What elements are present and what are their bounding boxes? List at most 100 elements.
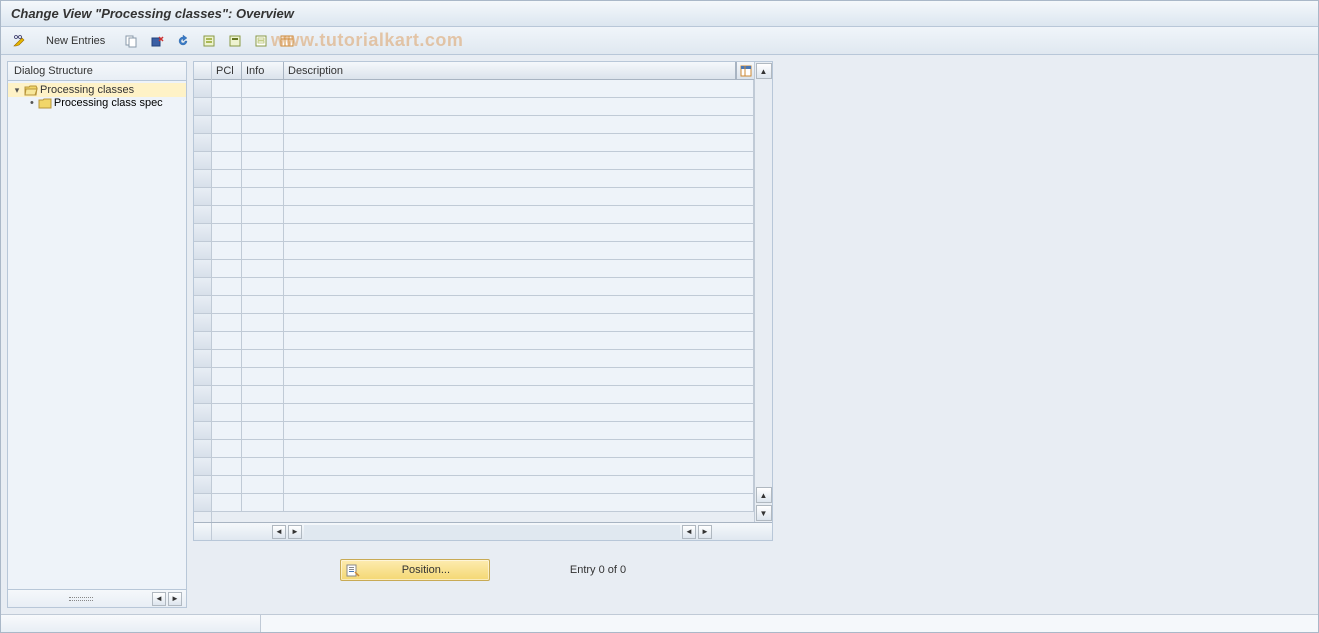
grid-row-header[interactable]: [194, 152, 211, 170]
grid-row[interactable]: [212, 116, 754, 134]
grid-row-header[interactable]: [194, 422, 211, 440]
scroll-up-small-button[interactable]: ▲: [756, 487, 772, 503]
scroll-left-button[interactable]: ◄: [152, 592, 166, 606]
column-header-description[interactable]: Description: [284, 62, 736, 79]
empty-area: [779, 61, 1312, 608]
grid-row-header[interactable]: [194, 224, 211, 242]
grid-header-row: PCl Info Description: [212, 62, 754, 80]
grid-row[interactable]: [212, 152, 754, 170]
grid-row[interactable]: [212, 350, 754, 368]
tree-node-label: Processing classes: [40, 84, 134, 96]
grid-row[interactable]: [212, 134, 754, 152]
scroll-right-small-button[interactable]: ►: [288, 525, 302, 539]
tree-node-processing-classes[interactable]: ▾ Processing classes: [8, 83, 186, 97]
expand-icon[interactable]: ▾: [12, 85, 22, 95]
table-config-icon: [740, 65, 752, 77]
scroll-left-button[interactable]: ◄: [272, 525, 286, 539]
grid-row-header[interactable]: [194, 332, 211, 350]
grid-row-header[interactable]: [194, 314, 211, 332]
grid-row-header[interactable]: [194, 476, 211, 494]
grid-corner[interactable]: [194, 62, 211, 80]
select-block-button[interactable]: [224, 31, 246, 51]
table-settings-button[interactable]: [276, 31, 298, 51]
grid-row-header[interactable]: [194, 80, 211, 98]
grid-row-header[interactable]: [194, 98, 211, 116]
grid-row[interactable]: [212, 386, 754, 404]
grid-row-header[interactable]: [194, 134, 211, 152]
grid-row[interactable]: [212, 440, 754, 458]
sidebar-drag-handle[interactable]: [12, 597, 150, 601]
delete-button[interactable]: [146, 31, 168, 51]
tree: ▾ Processing classes • Processing class …: [8, 81, 186, 589]
undo-icon: [176, 34, 190, 48]
grid-row[interactable]: [212, 242, 754, 260]
grid-row-header[interactable]: [194, 278, 211, 296]
grid-row-header[interactable]: [194, 386, 211, 404]
scroll-right-button[interactable]: ►: [698, 525, 712, 539]
grid-row[interactable]: [212, 494, 754, 512]
grid-row[interactable]: [212, 404, 754, 422]
grid-row-header[interactable]: [194, 458, 211, 476]
grid-row[interactable]: [212, 422, 754, 440]
scroll-down-button[interactable]: ▼: [756, 505, 772, 521]
folder-open-icon: [24, 84, 38, 96]
vertical-scrollbar[interactable]: ▲ ▲ ▼: [754, 62, 772, 522]
toolbar: New Entries www.tutorialkart.com: [1, 27, 1318, 55]
hscroll-area[interactable]: ◄ ► ◄ ►: [212, 523, 772, 540]
grid-row[interactable]: [212, 98, 754, 116]
grid-row-header[interactable]: [194, 494, 211, 512]
delete-icon: [150, 34, 164, 48]
grid-row[interactable]: [212, 296, 754, 314]
scroll-track[interactable]: [304, 525, 680, 539]
scroll-up-button[interactable]: ▲: [756, 63, 772, 79]
deselect-all-icon: [254, 34, 268, 48]
grid-body: [212, 80, 754, 522]
tree-node-processing-class-spec[interactable]: • Processing class spec: [8, 97, 186, 109]
grid-row-header[interactable]: [194, 404, 211, 422]
grid-row-header[interactable]: [194, 350, 211, 368]
scroll-right-button[interactable]: ►: [168, 592, 182, 606]
grid-row[interactable]: [212, 188, 754, 206]
scroll-track[interactable]: [755, 80, 772, 486]
dialog-structure-sidebar: Dialog Structure ▾ Processing classes • …: [7, 61, 187, 608]
grid-row-header[interactable]: [194, 368, 211, 386]
status-segment: [1, 615, 261, 632]
grid-footer: Position... Entry 0 of 0: [193, 541, 773, 599]
grid-row[interactable]: [212, 278, 754, 296]
grid-row[interactable]: [212, 368, 754, 386]
grid-row[interactable]: [212, 80, 754, 98]
grid-row[interactable]: [212, 170, 754, 188]
grid-row-header[interactable]: [194, 260, 211, 278]
grid-row-header[interactable]: [194, 116, 211, 134]
page-title: Change View "Processing classes": Overvi…: [11, 6, 294, 21]
grid-row-header[interactable]: [194, 170, 211, 188]
deselect-all-button[interactable]: [250, 31, 272, 51]
grid-row-header[interactable]: [194, 188, 211, 206]
scroll-left-small-button[interactable]: ◄: [682, 525, 696, 539]
grid-row[interactable]: [212, 260, 754, 278]
grid-row-header[interactable]: [194, 440, 211, 458]
body-area: Dialog Structure ▾ Processing classes • …: [1, 55, 1318, 614]
grid-row[interactable]: [212, 206, 754, 224]
grid-row-header[interactable]: [194, 242, 211, 260]
grid-row[interactable]: [212, 476, 754, 494]
toggle-change-display-button[interactable]: [9, 31, 31, 51]
configure-columns-button[interactable]: [736, 62, 754, 79]
status-bar: [1, 614, 1318, 632]
grid-row-header[interactable]: [194, 206, 211, 224]
grid-row[interactable]: [212, 314, 754, 332]
grid-row[interactable]: [212, 458, 754, 476]
grid-row[interactable]: [212, 332, 754, 350]
undo-change-button[interactable]: [172, 31, 194, 51]
grid-row[interactable]: [212, 224, 754, 242]
new-entries-button[interactable]: New Entries: [35, 31, 116, 51]
copy-as-button[interactable]: [120, 31, 142, 51]
select-all-button[interactable]: [198, 31, 220, 51]
grid-row-header[interactable]: [194, 296, 211, 314]
position-button[interactable]: Position...: [340, 559, 490, 581]
column-header-pcl[interactable]: PCl: [212, 62, 242, 79]
position-label: Position...: [367, 564, 485, 576]
grid-columns-area: PCl Info Description: [212, 62, 754, 522]
column-header-info[interactable]: Info: [242, 62, 284, 79]
grid-row-headers: [194, 62, 212, 522]
